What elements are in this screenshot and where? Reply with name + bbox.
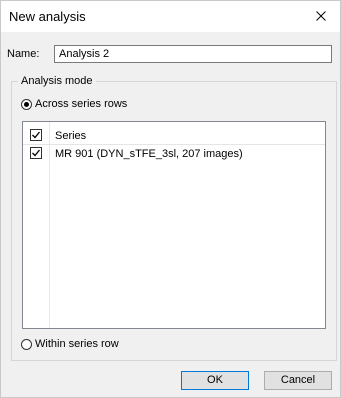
series-header-label: Series [55,130,87,142]
series-item-label: MR 901 (DYN_sTFE_3sl, 207 images) [55,148,243,160]
name-label: Name: [7,48,40,60]
series-select-all-checkbox[interactable] [30,129,42,141]
ok-button[interactable]: OK [181,371,249,390]
radio-label: Across series rows [35,98,128,110]
radio-button[interactable] [21,98,32,110]
cancel-button[interactable]: Cancel [264,371,332,390]
name-input[interactable]: Analysis 2 [54,45,332,63]
dialog-content: Name: Analysis 2 Analysis mode Across se… [1,32,340,397]
check-icon [32,131,41,139]
analysis-mode-legend: Analysis mode [18,75,96,87]
radio-across-series-rows[interactable]: Across series rows [21,98,127,110]
title-bar: New analysis [1,1,340,31]
radio-within-series-row[interactable]: Within series row [21,338,119,350]
series-list[interactable]: Series MR 901 (DYN_sTFE_3sl, 207 images) [22,121,326,329]
radio-label: Within series row [35,338,119,350]
series-list-item[interactable]: MR 901 (DYN_sTFE_3sl, 207 images) [23,145,325,162]
check-icon [32,149,41,157]
close-button[interactable] [306,4,336,28]
close-icon [316,11,326,21]
new-analysis-dialog: New analysis Name: Analysis 2 Analysis m… [0,0,341,398]
radio-selected-dot [24,101,29,107]
radio-button[interactable] [21,338,32,350]
series-header-row[interactable]: Series [23,127,325,145]
series-item-checkbox[interactable] [30,147,42,159]
window-title: New analysis [9,9,86,24]
